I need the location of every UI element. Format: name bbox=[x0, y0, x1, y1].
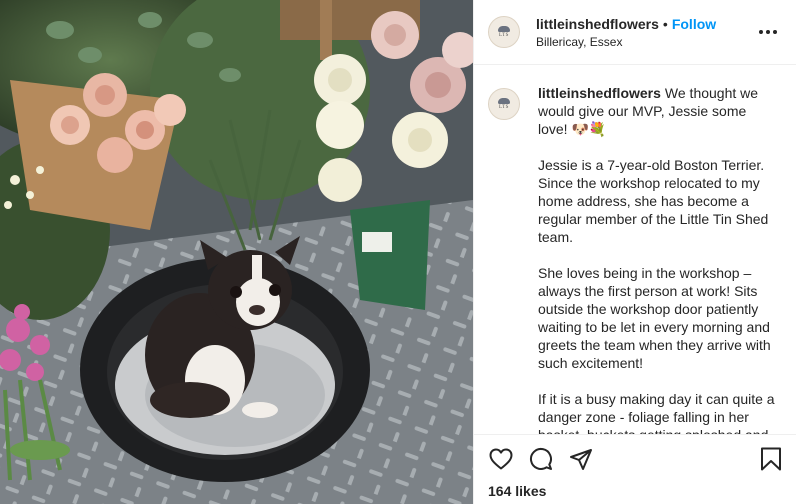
post-photo[interactable] bbox=[0, 0, 473, 504]
comments-section[interactable]: LTS littleinshedflowers We thought we wou… bbox=[474, 66, 796, 434]
logo-bird-icon bbox=[498, 26, 510, 32]
comment-button[interactable] bbox=[528, 446, 554, 472]
avatar-monogram: LTS bbox=[499, 33, 509, 38]
action-icons bbox=[488, 445, 784, 473]
caption-paragraph: littleinshedflowers We thought we would g… bbox=[538, 84, 776, 138]
follow-button[interactable]: Follow bbox=[672, 16, 716, 32]
save-button[interactable] bbox=[758, 446, 784, 472]
header-text: littleinshedflowers • Follow Billericay,… bbox=[536, 16, 756, 49]
logo-bird-icon bbox=[498, 98, 510, 104]
separator-dot: • bbox=[662, 15, 668, 32]
caption: LTS littleinshedflowers We thought we wou… bbox=[488, 84, 780, 434]
photo-dog-in-basket-with-flowers bbox=[0, 0, 473, 504]
location-link[interactable]: Billericay, Essex bbox=[536, 35, 756, 49]
caption-body: littleinshedflowers We thought we would g… bbox=[538, 84, 776, 434]
bookmark-icon bbox=[761, 447, 781, 471]
share-button[interactable] bbox=[568, 446, 594, 472]
instagram-post: LTS littleinshedflowers • Follow Billeri… bbox=[0, 0, 796, 504]
caption-paragraph: If it is a busy making day it can quite … bbox=[538, 391, 775, 434]
header-username[interactable]: littleinshedflowers bbox=[536, 16, 659, 32]
caption-username[interactable]: littleinshedflowers bbox=[538, 85, 661, 101]
share-icon bbox=[570, 449, 592, 470]
like-button[interactable] bbox=[488, 446, 514, 472]
caption-avatar[interactable]: LTS bbox=[488, 88, 520, 120]
more-dots-icon bbox=[759, 30, 777, 34]
post-header: LTS littleinshedflowers • Follow Billeri… bbox=[474, 0, 796, 65]
comment-icon bbox=[530, 448, 552, 470]
avatar-monogram: LTS bbox=[499, 105, 509, 110]
caption-paragraph: She loves being in the workshop – always… bbox=[538, 265, 771, 371]
heart-icon bbox=[489, 448, 513, 470]
profile-avatar[interactable]: LTS bbox=[488, 16, 520, 48]
caption-paragraph: Jessie is a 7-year-old Boston Terrier. S… bbox=[538, 157, 769, 245]
likes-count[interactable]: 164 likes bbox=[488, 483, 784, 499]
header-row: littleinshedflowers • Follow bbox=[536, 16, 756, 32]
action-bar: 164 likes bbox=[474, 434, 796, 504]
more-options-button[interactable] bbox=[756, 20, 780, 44]
post-side-panel: LTS littleinshedflowers • Follow Billeri… bbox=[473, 0, 796, 504]
